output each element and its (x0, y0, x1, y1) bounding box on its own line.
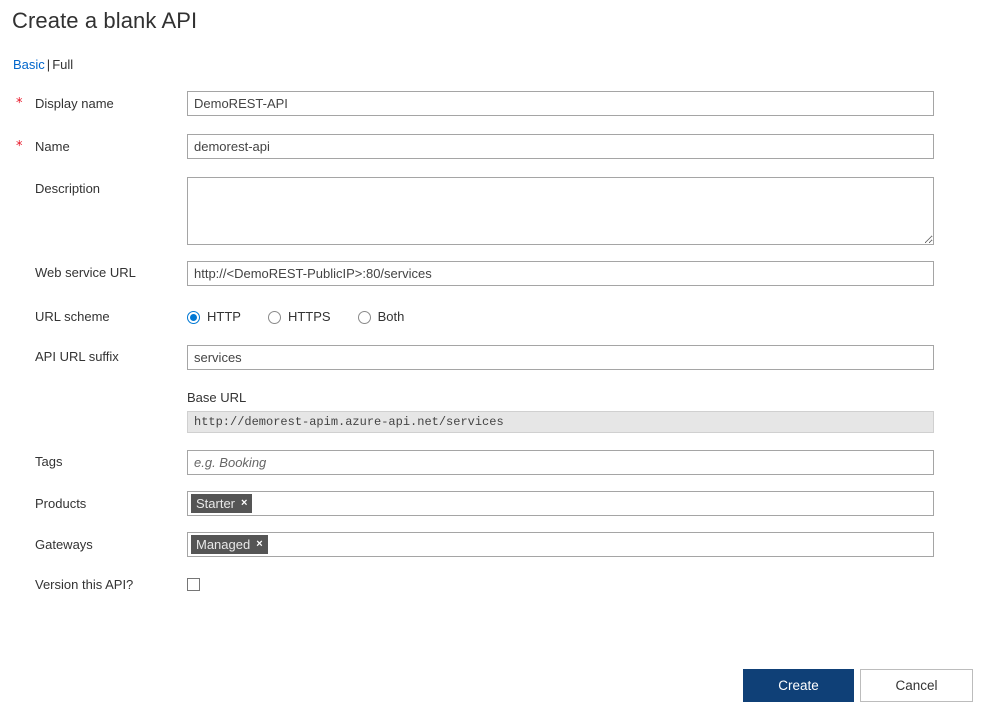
label-name: Name (35, 139, 70, 154)
page-title: Create a blank API (12, 8, 198, 33)
chip-product-starter[interactable]: Starter × (191, 494, 253, 513)
control-display-name (187, 91, 934, 116)
description-textarea[interactable] (187, 177, 934, 245)
control-api-url-suffix (187, 345, 934, 370)
control-web-service-url (187, 261, 934, 286)
tags-input[interactable] (187, 450, 934, 475)
control-url-scheme: HTTP HTTPS Both (187, 307, 431, 327)
label-gateways: Gateways (35, 537, 93, 552)
radio-label-both: Both (377, 309, 405, 324)
radio-label-http: HTTP (207, 309, 241, 324)
base-url-readonly-value: http://demorest-apim.azure-api.net/servi… (187, 411, 934, 433)
display-name-input[interactable] (187, 91, 934, 116)
control-gateways: Managed × (187, 532, 934, 557)
radio-mark-icon (267, 310, 281, 324)
label-version-this-api: Version this API? (35, 577, 134, 592)
label-products: Products (35, 496, 87, 511)
label-url-scheme: URL scheme (35, 309, 110, 324)
mode-separator: | (46, 57, 51, 72)
control-products: Starter × (187, 491, 934, 516)
products-chip-field[interactable]: Starter × (187, 491, 934, 516)
control-version-this-api (187, 578, 200, 596)
cancel-button[interactable]: Cancel (860, 669, 973, 702)
control-name (187, 134, 934, 159)
label-base-url: Base URL (187, 390, 247, 405)
radio-label-https: HTTPS (287, 309, 331, 324)
label-display-name: Display name (35, 96, 114, 111)
chip-label: Starter (196, 496, 236, 511)
web-service-url-input[interactable] (187, 261, 934, 286)
label-description: Description (35, 181, 101, 196)
view-mode-switcher: Basic | Full (13, 56, 73, 74)
radio-url-scheme-http[interactable]: HTTP (187, 309, 241, 325)
label-tags: Tags (35, 454, 63, 469)
required-asterisk-display-name: * (16, 96, 23, 111)
radio-mark-icon (357, 310, 371, 324)
control-tags (187, 450, 934, 475)
create-button[interactable]: Create (743, 669, 854, 702)
radio-url-scheme-both[interactable]: Both (357, 309, 405, 325)
label-web-service-url: Web service URL (35, 265, 136, 280)
label-api-url-suffix: API URL suffix (35, 349, 119, 364)
chip-remove-icon[interactable]: × (241, 494, 247, 513)
chip-label: Managed (196, 537, 251, 552)
gateways-chip-field[interactable]: Managed × (187, 532, 934, 557)
name-input[interactable] (187, 134, 934, 159)
mode-link-full[interactable]: Full (52, 57, 73, 72)
mode-link-basic[interactable]: Basic (13, 57, 45, 72)
url-scheme-radio-group: HTTP HTTPS Both (187, 307, 431, 327)
control-description (187, 177, 934, 250)
version-this-api-checkbox[interactable] (187, 578, 200, 591)
control-base-url: Base URL http://demorest-apim.azure-api.… (187, 390, 934, 433)
chip-gateway-managed[interactable]: Managed × (191, 535, 268, 554)
api-url-suffix-input[interactable] (187, 345, 934, 370)
chip-remove-icon[interactable]: × (256, 535, 262, 554)
radio-mark-icon (187, 310, 200, 324)
required-asterisk-name: * (16, 139, 23, 154)
radio-url-scheme-https[interactable]: HTTPS (267, 309, 331, 325)
